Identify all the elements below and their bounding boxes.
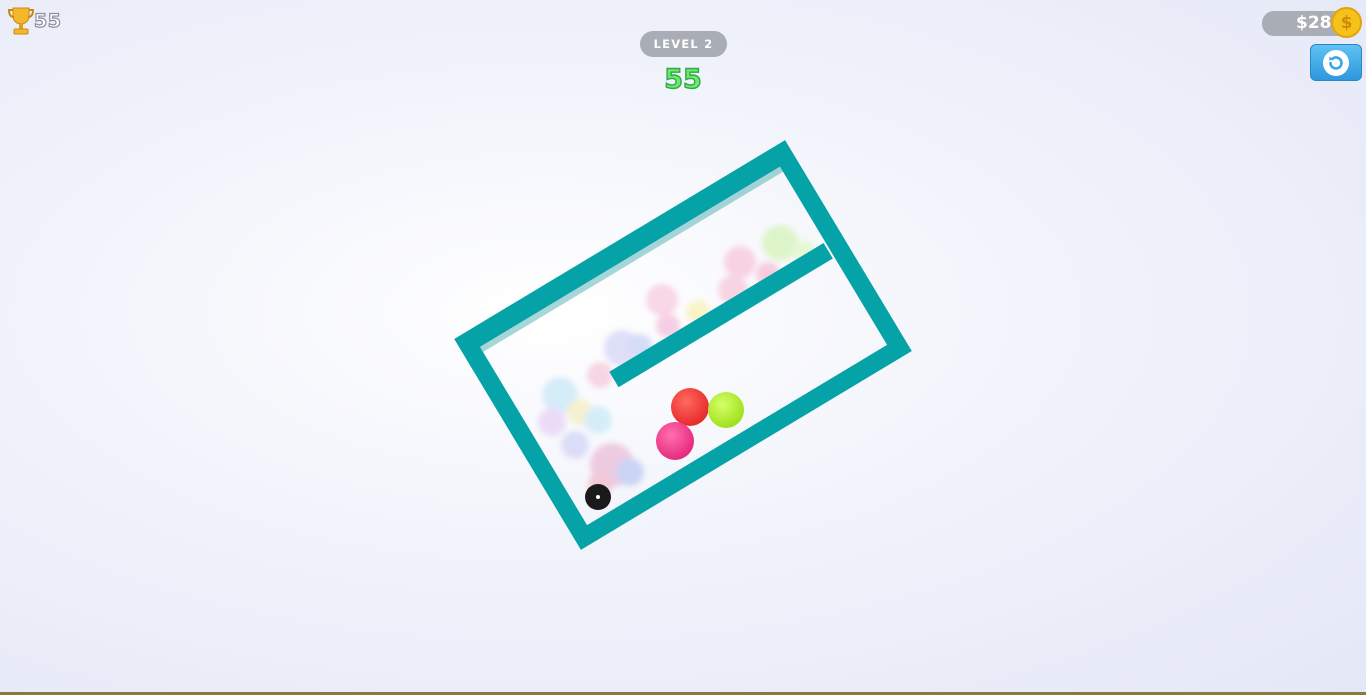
game-board[interactable] <box>0 0 1366 695</box>
red-ball[interactable] <box>671 388 709 426</box>
inner-divider-wall <box>609 243 833 388</box>
lime-ball[interactable] <box>708 392 744 428</box>
pink-ball[interactable] <box>656 422 694 460</box>
board-walls <box>454 140 912 550</box>
goal-hole <box>585 484 611 510</box>
